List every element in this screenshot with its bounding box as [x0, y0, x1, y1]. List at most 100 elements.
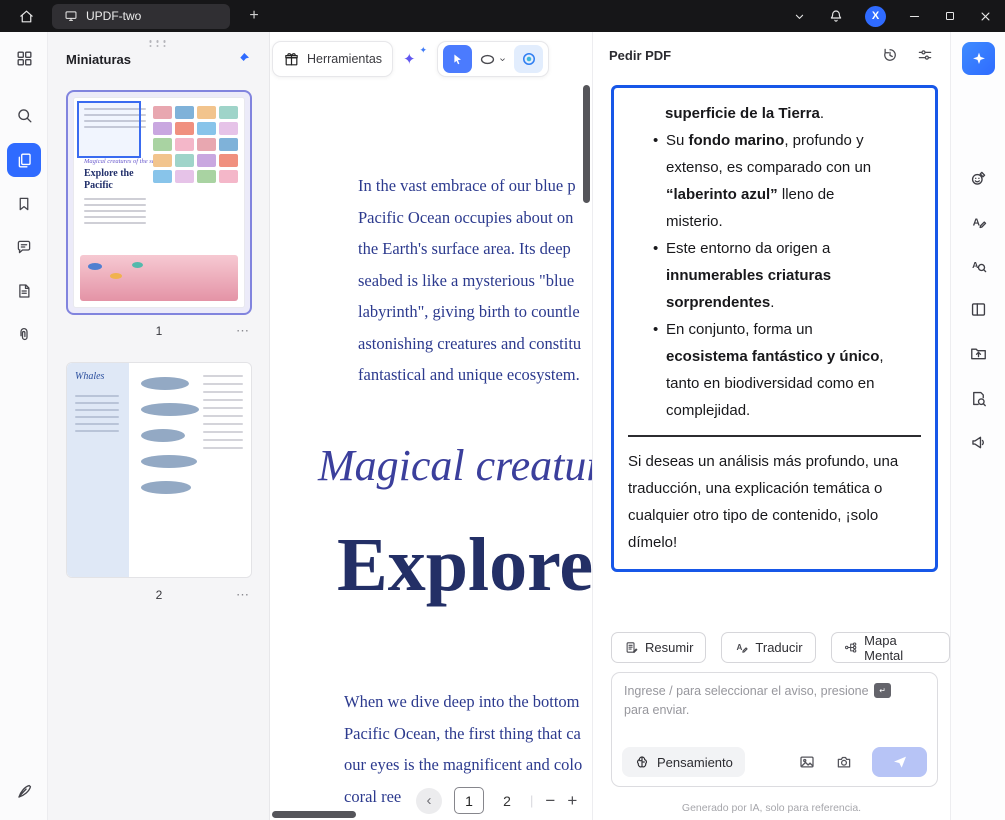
input-placeholder: Ingrese / para seleccionar el aviso, pre…	[624, 683, 929, 717]
fish-image	[88, 263, 102, 270]
page-thumbnails-icon	[18, 152, 31, 168]
page-more-button[interactable]: ⋯	[236, 587, 250, 603]
response-closing-text: Si deseas un análisis más profundo, una …	[628, 453, 899, 551]
summarize-button[interactable]: Resumir	[611, 632, 707, 663]
placeholder-text: para enviar.	[624, 703, 690, 717]
notifications-button[interactable]	[828, 8, 844, 24]
page-layout-button[interactable]	[962, 293, 995, 326]
quick-action-label: Traducir	[755, 640, 803, 655]
bullet-text: Este entorno da origen a innumerables cr…	[666, 235, 894, 316]
titlebar: UPDF-two + X	[0, 0, 1005, 32]
response-bullet: • Su fondo marino, profundo y extenso, e…	[628, 127, 921, 235]
viewport-indicator[interactable]	[77, 101, 141, 158]
document-tab[interactable]: UPDF-two	[52, 3, 230, 29]
bullet-marker: •	[653, 132, 659, 149]
signature-pen-button[interactable]	[7, 774, 41, 808]
settings-button[interactable]	[916, 46, 934, 64]
page-number: 1	[155, 324, 163, 338]
horizontal-scrollbar[interactable]	[272, 811, 356, 818]
pin-icon	[238, 53, 249, 63]
sea-creature-image-grid	[153, 106, 238, 183]
maximize-button[interactable]	[943, 9, 957, 23]
thumbnails-panel-button[interactable]	[7, 143, 41, 177]
text-segment: fondo marino	[688, 132, 785, 149]
bullet-marker: •	[653, 321, 659, 338]
bullet-text: En conjunto, forma un ecosistema fantást…	[666, 316, 894, 424]
page-thumbnail-2[interactable]: Whales	[66, 362, 252, 578]
zoom-out-button[interactable]: −	[545, 791, 555, 811]
thumbnails-panel: Miniaturas Magical creatures of the sea.…	[48, 32, 270, 820]
document-search-button[interactable]	[962, 382, 995, 415]
paragraph-1: In the vast embrace of our blue p Pacifi…	[358, 170, 581, 391]
current-page-input[interactable]: 1	[454, 787, 484, 814]
quick-actions: Resumir A Traducir Mapa Mental	[611, 632, 950, 663]
minimize-button[interactable]	[907, 9, 922, 24]
page-2-button[interactable]: 2	[496, 793, 518, 809]
page-thumbnail-1[interactable]: Magical creatures of the sea. Explore th…	[66, 90, 252, 315]
send-button[interactable]	[872, 747, 927, 777]
sparkle-icon: ✦	[403, 51, 416, 68]
text-segment: .	[770, 294, 775, 311]
translate-button[interactable]: A Traducir	[721, 632, 816, 663]
image-icon	[800, 756, 814, 768]
response-bullet: • En conjunto, forma un ecosistema fantá…	[628, 316, 921, 424]
ai-prompt-input[interactable]: Ingrese / para seleccionar el aviso, pre…	[611, 672, 938, 787]
bookmarks-button[interactable]	[7, 187, 41, 221]
text-line: In the vast embrace of our blue p	[358, 176, 576, 195]
ai-sparkle-button[interactable]: ✦ ✦	[402, 46, 428, 72]
emoji-annotation-button[interactable]	[962, 162, 995, 195]
mind-map-button[interactable]: Mapa Mental	[830, 632, 950, 663]
updf-app: { "titlebar": { "tab_title": "UPDF-two",…	[0, 0, 1005, 820]
close-button[interactable]	[978, 9, 993, 24]
pages-button[interactable]	[7, 274, 41, 308]
add-tab-button[interactable]: +	[244, 7, 264, 25]
account-avatar[interactable]: X	[865, 5, 886, 27]
paperclip-icon	[20, 328, 28, 341]
insert-image-button[interactable]	[798, 753, 816, 771]
page-more-button[interactable]: ⋯	[236, 323, 250, 339]
maximize-icon	[946, 12, 954, 20]
search-button[interactable]	[7, 98, 41, 132]
page-layout-icon	[971, 303, 986, 316]
vertical-scrollbar[interactable]	[583, 85, 590, 203]
summarize-icon	[626, 642, 638, 654]
previous-page-button[interactable]: ‹	[416, 787, 442, 814]
apps-grid-button[interactable]	[7, 41, 41, 75]
thinking-label: Pensamiento	[657, 754, 733, 770]
shape-tool-button[interactable]	[478, 50, 508, 69]
page-1-preview: Magical creatures of the sea. Explore th…	[73, 97, 245, 308]
text-edit-button[interactable]: A	[962, 205, 995, 238]
export-file-button[interactable]	[962, 337, 995, 370]
share-feedback-button[interactable]	[962, 426, 995, 459]
coral-reef-image	[80, 255, 238, 301]
placeholder-text: Ingrese / para seleccionar el aviso, pre…	[624, 683, 869, 698]
preview-text-lines	[75, 395, 119, 432]
document-page[interactable]: In the vast embrace of our blue p Pacifi…	[270, 32, 592, 820]
thinking-mode-button[interactable]: Pensamiento	[622, 747, 745, 777]
ai-assistant-tool-button[interactable]	[514, 45, 544, 73]
attachments-button[interactable]	[7, 318, 41, 352]
text-recognition-button[interactable]: A	[962, 249, 995, 282]
comments-button[interactable]	[7, 230, 41, 264]
document-title: Explore	[337, 523, 592, 607]
ai-response-box[interactable]: superficie de la Tierra. • Su fondo mari…	[611, 85, 938, 572]
tab-list-button[interactable]	[792, 9, 807, 24]
fish-image	[132, 262, 143, 268]
panel-drag-handle[interactable]	[149, 40, 168, 47]
screenshot-button[interactable]	[835, 753, 853, 771]
history-button[interactable]	[881, 46, 899, 64]
ai-assistant-panel-button[interactable]	[962, 42, 995, 75]
home-button[interactable]	[12, 0, 40, 32]
camera-icon	[837, 756, 851, 768]
bullet-text: Su fondo marino, profundo y extenso, es …	[666, 127, 894, 235]
text-segment: superficie de la Tierra	[665, 105, 820, 122]
document-subtitle: Magical creatures	[318, 441, 592, 490]
tools-button[interactable]: Herramientas	[272, 41, 394, 77]
text-search-icon: A	[972, 260, 987, 273]
zoom-in-button[interactable]: +	[567, 791, 577, 811]
response-partial-line: superficie de la Tierra.	[628, 100, 921, 127]
select-tool-button[interactable]	[443, 45, 473, 73]
pin-panel-button[interactable]	[235, 51, 251, 67]
close-icon	[981, 12, 990, 20]
tool-group	[437, 41, 550, 77]
